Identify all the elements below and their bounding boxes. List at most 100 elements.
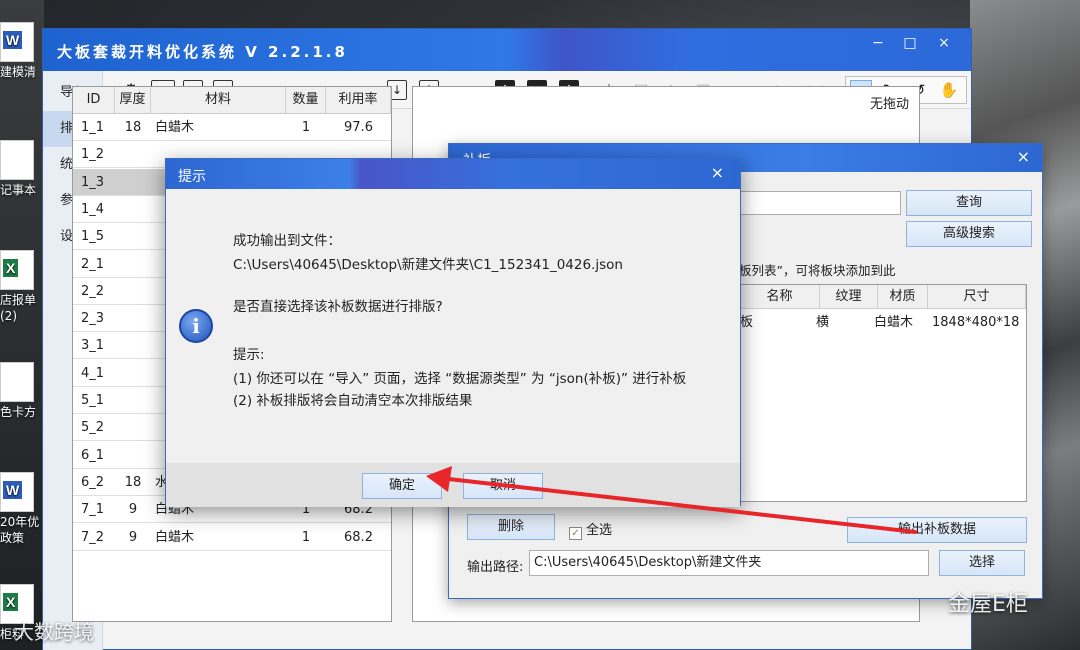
desktop-icon-label: 建模清 — [0, 65, 37, 79]
query-button[interactable]: 查询 — [906, 190, 1032, 216]
cell-thickness — [115, 278, 151, 305]
hand-icon[interactable]: ✋ — [938, 80, 960, 100]
cell-thickness — [115, 251, 151, 278]
cell-id: 4_1 — [81, 365, 105, 381]
cell-rate: 97.6 — [344, 120, 373, 135]
desktop-icon-label: 记事本 — [0, 183, 37, 197]
cell-id: 2_2 — [81, 283, 105, 299]
dialog-line-path: C:\Users\40645\Desktop\新建文件夹\C1_152341_0… — [233, 257, 623, 273]
dialog-line-success: 成功输出到文件： — [233, 233, 341, 249]
cell-thickness — [115, 442, 151, 469]
dialog-title: 提示 — [178, 169, 206, 185]
drag-status: 无拖动 — [869, 97, 909, 112]
close-button[interactable]: × — [929, 33, 959, 53]
main-titlebar[interactable]: 大板套裁开料优化系统 V 2.2.1.8 − □ × — [43, 29, 971, 71]
dialog-line-tip-title: 提示: — [233, 347, 265, 363]
col-header-thickness[interactable]: 厚度 — [115, 87, 151, 114]
cancel-button[interactable]: 取消 — [463, 473, 543, 499]
word-file-icon — [0, 472, 34, 512]
cell-id: 5_1 — [81, 393, 105, 408]
cell-thickness: 18 — [124, 474, 142, 490]
cell-thickness — [115, 360, 151, 387]
cell-id: 7_1 — [81, 502, 105, 518]
search-input[interactable] — [739, 191, 901, 215]
list-cell-name[interactable]: 板 — [740, 313, 753, 333]
cell-thickness: 18 — [124, 120, 142, 135]
desktop-icon-word-1[interactable]: 建模清 — [0, 22, 44, 80]
cell-thickness: 9 — [128, 502, 138, 518]
desktop-icon-word-2[interactable]: 20年优政策 — [0, 472, 44, 546]
select-all-label: 全选 — [586, 523, 613, 538]
output-path-label: 输出路径: — [467, 560, 524, 575]
check-icon: ✓ — [569, 527, 582, 540]
watermark-left: 大数跨境 — [14, 620, 94, 644]
cell-id: 1_3 — [81, 174, 105, 190]
desktop-icon-label: 20年优政策 — [0, 515, 40, 545]
cell-thickness — [115, 141, 151, 168]
cell-thickness — [115, 169, 151, 196]
col-header-quantity[interactable]: 数量 — [286, 87, 326, 114]
cell-thickness — [115, 223, 151, 250]
delete-button[interactable]: 删除 — [467, 514, 555, 540]
advanced-search-button[interactable]: 高级搜索 — [906, 221, 1032, 247]
cell-material: 白蜡木 — [155, 529, 195, 545]
dialog-line-question: 是否直接选择该补板数据进行排版? — [233, 299, 443, 315]
cell-id: 1_1 — [81, 120, 105, 135]
col-header-id[interactable]: ID — [73, 87, 115, 114]
cell-rate: 68.2 — [344, 529, 373, 545]
dialog-body: i 成功输出到文件： C:\Users\40645\Desktop\新建文件夹\… — [166, 189, 740, 463]
cell-id: 6_2 — [81, 474, 105, 490]
dialog-close-button[interactable]: × — [711, 163, 724, 182]
list-cell-grain[interactable]: 横 — [816, 313, 829, 333]
output-path-input[interactable]: C:\Users\40645\Desktop\新建文件夹 — [529, 550, 929, 576]
cell-material: 白蜡木 — [155, 120, 195, 135]
list-header-name[interactable]: 名称 — [740, 285, 820, 309]
cell-thickness — [115, 305, 151, 332]
desktop-icon-doc-2[interactable]: 色卡方 — [0, 362, 44, 420]
watermark-right: 金屋E柜 — [948, 592, 1028, 617]
list-header-grain[interactable]: 纹理 — [820, 285, 878, 309]
cell-thickness — [115, 196, 151, 223]
dialog-titlebar[interactable]: 提示 × — [166, 159, 740, 189]
cell-id: 6_1 — [81, 447, 105, 463]
cell-id: 3_1 — [81, 338, 105, 354]
table-row[interactable]: 7_2 9 白蜡木 1 68.2 — [73, 524, 391, 551]
cell-quantity: 1 — [301, 529, 311, 545]
excel-file-icon — [0, 250, 34, 290]
choose-button[interactable]: 选择 — [939, 550, 1025, 576]
table-header: ID 厚度 材料 数量 利用率 — [73, 87, 391, 114]
cell-id: 1_5 — [81, 229, 105, 245]
cell-thickness — [115, 414, 151, 441]
desktop-icon-label: 色卡方 — [0, 405, 37, 419]
list-header-size[interactable]: 尺寸 — [928, 285, 1026, 309]
cell-id: 7_2 — [81, 529, 105, 545]
table-row[interactable]: 1_1 18 白蜡木 1 97.6 — [73, 114, 391, 141]
app-title: 大板套裁开料优化系统 V 2.2.1.8 — [57, 43, 348, 61]
dialog-footer: 确定 取消 — [166, 463, 740, 507]
cell-quantity: 1 — [301, 120, 311, 135]
cell-thickness — [115, 387, 151, 414]
cell-id: 2_1 — [81, 256, 105, 272]
col-header-material[interactable]: 材料 — [151, 87, 286, 114]
desktop-icon-notepad[interactable]: 记事本 — [0, 140, 44, 198]
minimize-button[interactable]: − — [863, 33, 893, 53]
ok-button[interactable]: 确定 — [362, 473, 442, 499]
list-cell-material[interactable]: 白蜡木 — [874, 313, 913, 333]
dialog-line-tip-1: (1) 你还可以在 “导入” 页面，选择 “数据源类型” 为 “json(补板)… — [233, 371, 687, 387]
list-header-material[interactable]: 材质 — [878, 285, 928, 309]
prompt-dialog: 提示 × i 成功输出到文件： C:\Users\40645\Desktop\新… — [165, 158, 741, 507]
desktop-left-strip — [0, 0, 44, 650]
export-patch-button[interactable]: 输出补板数据 — [847, 517, 1027, 543]
list-cell-size[interactable]: 1848*480*18 — [932, 313, 1019, 333]
patch-list: 名称 纹理 材质 尺寸 板 横 白蜡木 1848*480*18 — [739, 284, 1027, 502]
cell-id: 1_4 — [81, 201, 105, 217]
hint-text: 板列表”，可将板块添加到此 — [739, 263, 896, 278]
patch-close-button[interactable]: × — [1017, 147, 1030, 166]
col-header-rate[interactable]: 利用率 — [326, 87, 391, 114]
info-icon: i — [179, 309, 213, 343]
desktop-icon-excel-1[interactable]: 店报单(2) — [0, 250, 44, 324]
maximize-button[interactable]: □ — [895, 33, 925, 53]
select-all-checkbox[interactable]: ✓ 全选 — [569, 519, 612, 540]
cell-thickness — [115, 332, 151, 359]
word-file-icon — [0, 22, 34, 62]
